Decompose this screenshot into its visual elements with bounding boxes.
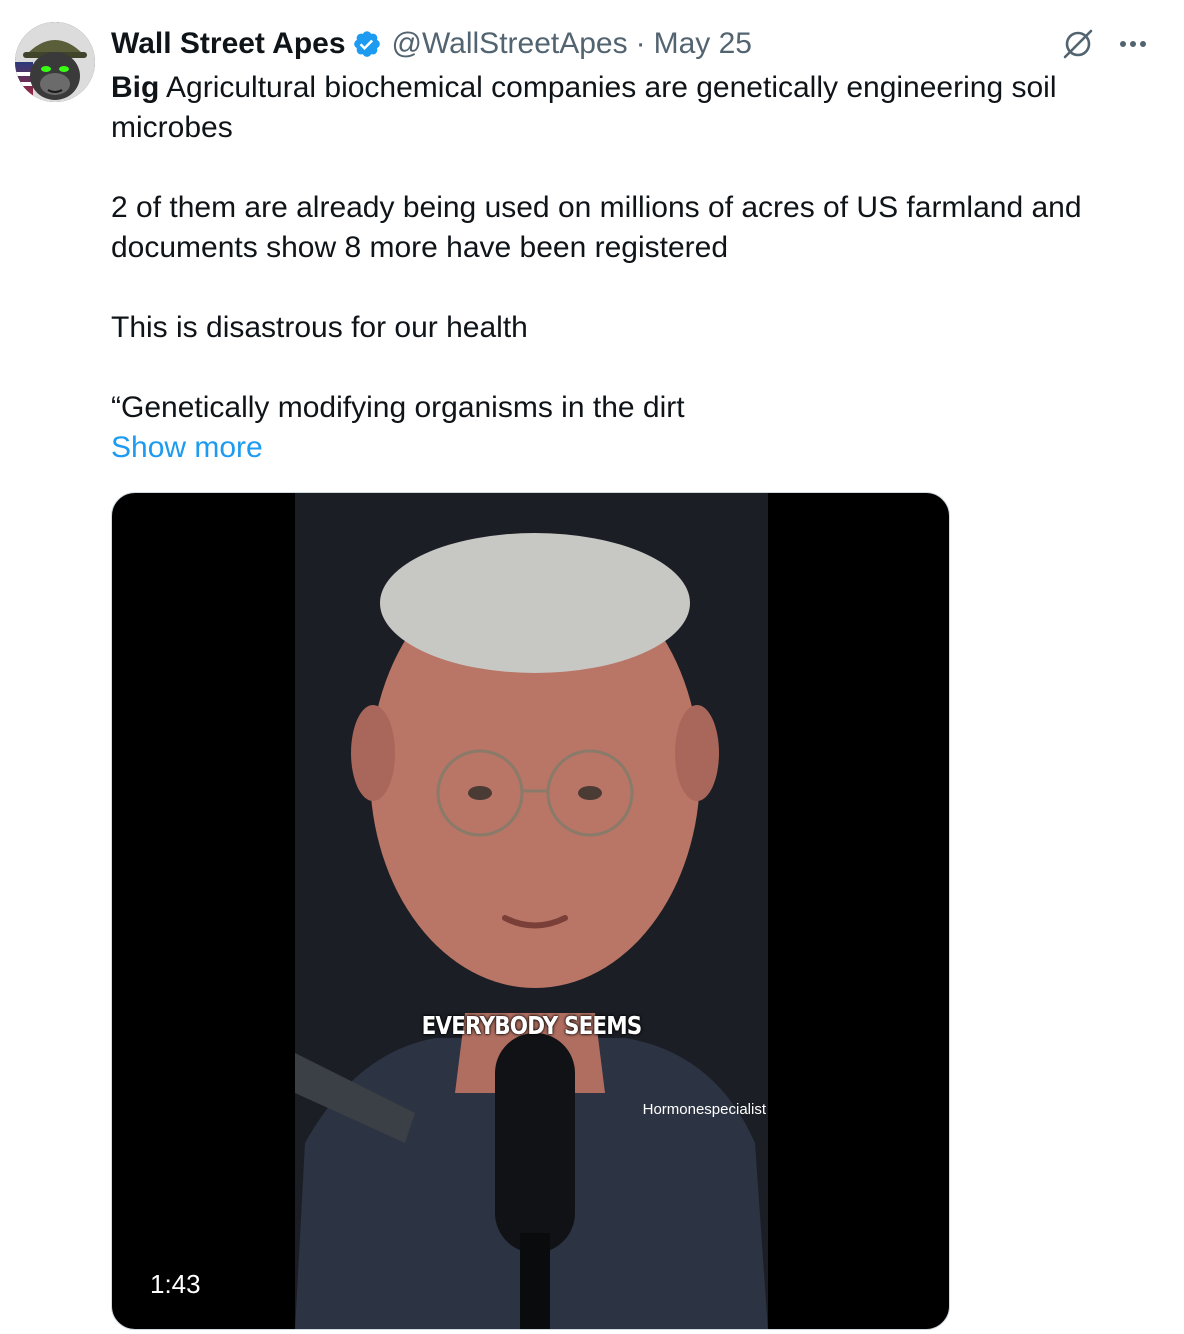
tweet-paragraph-3: This is disastrous for our health <box>111 311 528 344</box>
tweet-paragraph-1: Big Agricultural biochemical companies a… <box>111 68 1151 148</box>
video-thumbnail <box>295 493 768 1329</box>
tweet-bold-word: Big <box>111 71 160 104</box>
video-watermark: Hormonespecialist <box>642 1101 766 1118</box>
gorilla-avatar-icon <box>15 22 95 102</box>
tweet-paragraph-4: “Genetically modifying organisms in the … <box>111 391 685 424</box>
tweet-text-lead: Agricultural biochemical companies are g… <box>111 71 1057 144</box>
tweet-text: Big Agricultural biochemical companies a… <box>111 68 1151 468</box>
tweet: Wall Street Apes @WallStreetApes · May 2… <box>0 0 1184 1334</box>
grok-icon[interactable] <box>1060 26 1096 62</box>
display-name[interactable]: Wall Street Apes <box>111 24 346 64</box>
verified-badge-icon[interactable] <box>352 29 382 59</box>
tweet-header: Wall Street Apes @WallStreetApes · May 2… <box>111 24 752 64</box>
show-more-link[interactable]: Show more <box>111 428 263 468</box>
video-player[interactable]: EVERYBODY SEEMS Hormonespecialist 1:43 <box>111 492 950 1330</box>
video-duration-badge: 1:43 <box>136 1263 215 1305</box>
video-frame: EVERYBODY SEEMS Hormonespecialist <box>295 493 768 1329</box>
video-caption: EVERYBODY SEEMS <box>421 1011 643 1040</box>
more-icon[interactable] <box>1118 39 1148 49</box>
separator-dot: · <box>635 27 646 60</box>
tweet-actions-top <box>1060 26 1148 62</box>
tweet-date[interactable]: May 25 <box>654 24 752 64</box>
handle[interactable]: @WallStreetApes <box>392 24 628 64</box>
tweet-paragraph-2: 2 of them are already being used on mill… <box>111 191 1082 264</box>
avatar[interactable] <box>15 22 95 102</box>
